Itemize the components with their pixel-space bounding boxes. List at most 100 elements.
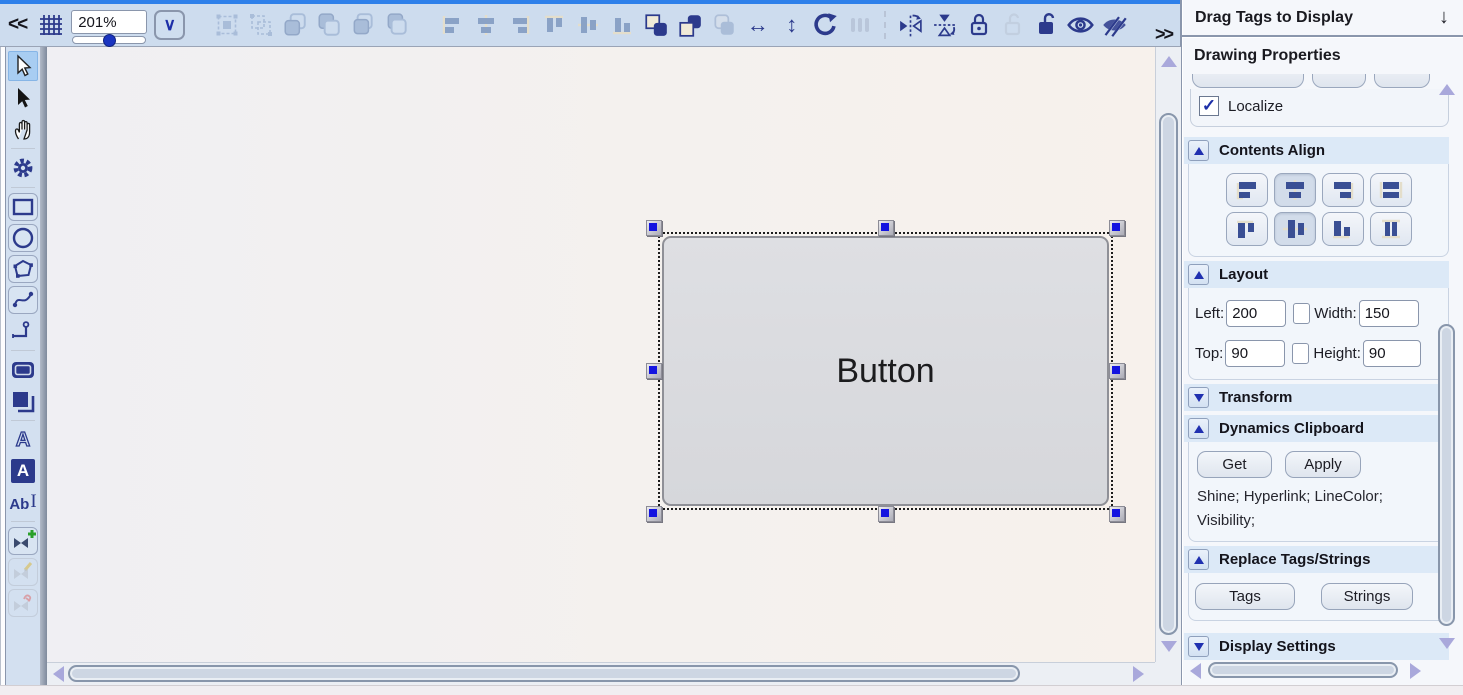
collapse-button[interactable] (1188, 636, 1209, 657)
height-field[interactable] (1363, 340, 1421, 367)
resize-handle-top-right[interactable] (1109, 220, 1125, 236)
add-tag-button[interactable] (8, 527, 38, 555)
canvas-vscroll-thumb[interactable] (1159, 113, 1178, 635)
bring-to-front-icon[interactable] (281, 11, 308, 39)
content-align-justify-v-button[interactable] (1370, 212, 1412, 246)
section-header-layout[interactable]: Layout (1184, 261, 1449, 288)
scroll-up-icon[interactable] (1439, 84, 1455, 95)
tags-button[interactable]: Tags (1195, 583, 1295, 610)
mirror-horizontal-icon[interactable] (897, 11, 924, 39)
collapse-button[interactable] (1188, 418, 1209, 439)
align-right-icon[interactable] (506, 11, 533, 39)
send-backward-icon[interactable] (383, 11, 410, 39)
scroll-right-icon[interactable] (1410, 663, 1421, 679)
align-bottom-icon[interactable] (608, 11, 635, 39)
panel-pin-down-icon[interactable]: ↓ (1439, 6, 1449, 29)
scroll-right-icon[interactable] (1133, 666, 1144, 682)
get-button[interactable]: Get (1197, 451, 1272, 478)
duplicate-icon[interactable] (710, 11, 737, 39)
send-to-back-icon[interactable] (315, 11, 342, 39)
label-tool[interactable]: AbI (8, 488, 38, 516)
scroll-up-icon[interactable] (1161, 56, 1177, 67)
panel-horizontal-scrollbar[interactable] (1188, 661, 1436, 681)
section-header-dynamics-clipboard[interactable]: Dynamics Clipboard (1184, 415, 1449, 442)
strings-button[interactable]: Strings (1321, 583, 1413, 610)
ellipse-tool[interactable] (8, 224, 38, 252)
section-header-transform[interactable]: Transform (1184, 384, 1449, 411)
content-align-center-button[interactable] (1274, 173, 1316, 207)
mirror-vertical-icon[interactable] (931, 11, 958, 39)
zoom-slider-thumb[interactable] (103, 34, 116, 47)
scroll-left-icon[interactable] (1190, 663, 1201, 679)
lock-icon[interactable] (965, 11, 992, 39)
swap-front-icon[interactable] (642, 11, 669, 39)
unlock-all-icon[interactable] (1033, 11, 1060, 39)
panel-vscroll-thumb[interactable] (1438, 324, 1455, 626)
align-center-horizontal-icon[interactable] (472, 11, 499, 39)
localize-checkbox[interactable]: ✓ (1199, 96, 1219, 116)
hide-object-icon[interactable] (1101, 11, 1128, 39)
settings-gear-icon[interactable] (8, 154, 38, 182)
top-lock-box[interactable] (1292, 343, 1309, 364)
canvas-vertical-scrollbar[interactable] (1155, 47, 1181, 662)
design-canvas[interactable]: Button (47, 47, 1155, 662)
curve-tool[interactable] (8, 286, 38, 314)
section-header-display-settings[interactable]: Display Settings (1184, 633, 1449, 660)
content-align-bottom-button[interactable] (1322, 212, 1364, 246)
bring-forward-icon[interactable] (349, 11, 376, 39)
flip-horizontal-icon[interactable]: ↔ (744, 11, 771, 39)
pan-tool[interactable] (8, 115, 38, 143)
button-widget[interactable]: Button (662, 236, 1109, 506)
content-align-left-button[interactable] (1226, 173, 1268, 207)
section-header-contents-align[interactable]: Contents Align (1184, 137, 1449, 164)
rectangle-tool[interactable] (8, 193, 38, 221)
collapse-button[interactable] (1188, 549, 1209, 570)
scroll-down-icon[interactable] (1439, 638, 1455, 649)
left-field[interactable] (1226, 300, 1286, 327)
grid-icon[interactable] (37, 11, 64, 39)
content-align-justify-h-button[interactable] (1370, 173, 1412, 207)
resize-handle-bottom-middle[interactable] (878, 506, 894, 522)
zoom-dropdown-button[interactable]: ∨ (154, 10, 185, 40)
text-tool[interactable]: A (8, 426, 38, 454)
canvas-hscroll-thumb[interactable] (68, 665, 1020, 682)
swap-back-icon[interactable] (676, 11, 703, 39)
panel-vertical-scrollbar[interactable] (1437, 80, 1457, 659)
panel-hscroll-thumb[interactable] (1208, 662, 1398, 678)
content-align-right-button[interactable] (1322, 173, 1364, 207)
panel-tool[interactable] (8, 387, 38, 415)
toolbar-expand-button[interactable]: >> (1155, 24, 1172, 45)
ungroup-icon[interactable] (247, 11, 274, 39)
clipped-button[interactable] (1192, 74, 1304, 88)
resize-handle-bottom-right[interactable] (1109, 506, 1125, 522)
polyline-tool[interactable] (8, 317, 38, 345)
left-lock-box[interactable] (1293, 303, 1310, 324)
section-header-replace-tags-strings[interactable]: Replace Tags/Strings (1184, 546, 1449, 573)
rotate-clockwise-icon[interactable] (812, 11, 839, 39)
zoom-input[interactable] (71, 10, 147, 34)
align-top-icon[interactable] (540, 11, 567, 39)
apply-button[interactable]: Apply (1285, 451, 1361, 478)
resize-handle-top-middle[interactable] (878, 220, 894, 236)
show-object-icon[interactable] (1067, 11, 1094, 39)
polygon-tool[interactable] (8, 255, 38, 283)
zoom-slider[interactable] (72, 36, 146, 44)
resize-handle-top-left[interactable] (646, 220, 662, 236)
flip-vertical-icon[interactable]: ↕ (778, 11, 805, 39)
toolbar-collapse-button[interactable]: << (8, 14, 26, 36)
resize-handle-bottom-left[interactable] (646, 506, 662, 522)
align-middle-vertical-icon[interactable] (574, 11, 601, 39)
align-left-icon[interactable] (438, 11, 465, 39)
collapse-button[interactable] (1188, 264, 1209, 285)
collapse-button[interactable] (1188, 387, 1209, 408)
content-align-top-button[interactable] (1226, 212, 1268, 246)
scroll-left-icon[interactable] (53, 666, 64, 682)
content-align-middle-button[interactable] (1274, 212, 1316, 246)
resize-handle-middle-left[interactable] (646, 363, 662, 379)
select-tool[interactable] (8, 51, 38, 81)
button-tool[interactable] (8, 356, 38, 384)
canvas-horizontal-scrollbar[interactable] (47, 662, 1155, 685)
group-icon[interactable] (213, 11, 240, 39)
resize-handle-middle-right[interactable] (1109, 363, 1125, 379)
top-field[interactable] (1225, 340, 1285, 367)
